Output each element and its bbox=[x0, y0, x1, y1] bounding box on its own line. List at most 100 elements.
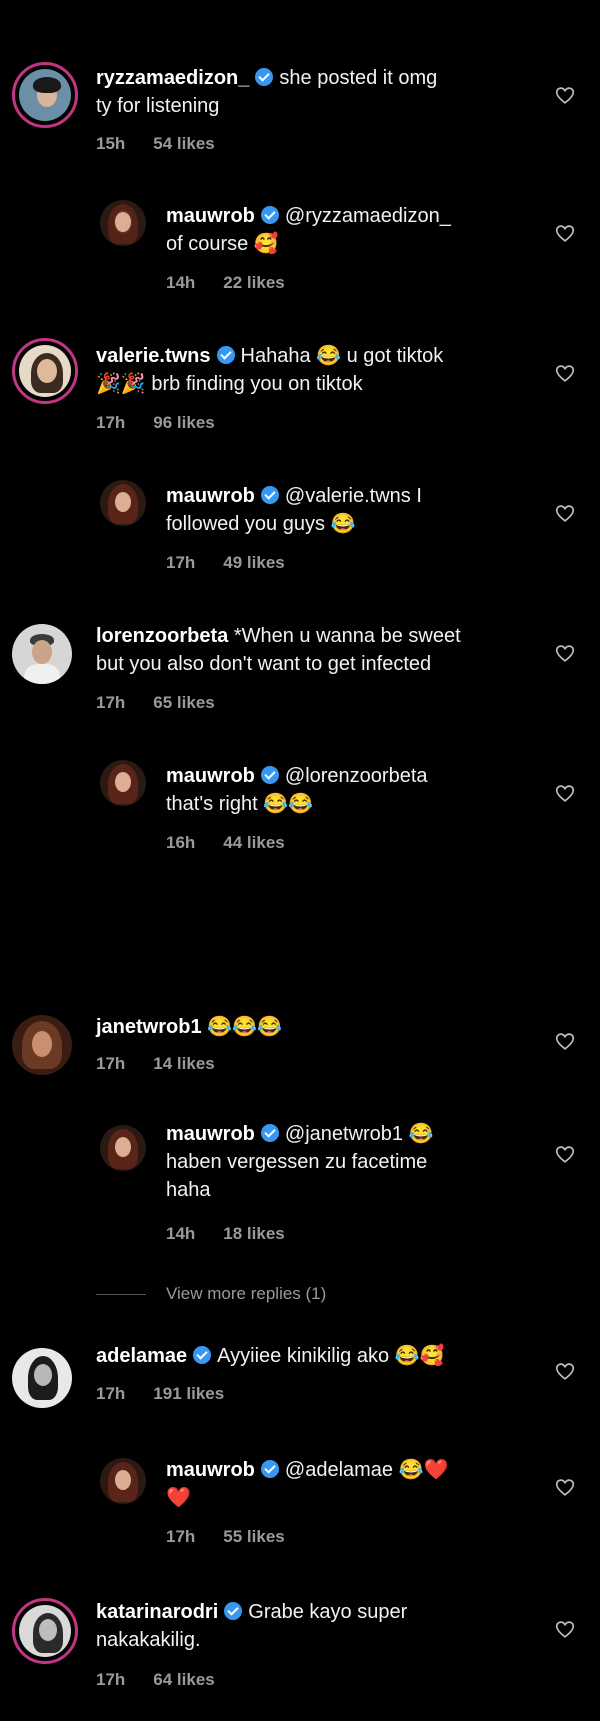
like-count[interactable]: 64 likes bbox=[153, 1670, 214, 1689]
comment-line: 🎉🎉 brb finding you on tiktok bbox=[96, 373, 363, 395]
heart-outline-icon[interactable] bbox=[554, 642, 576, 664]
comment-meta: 14h 18 likes bbox=[166, 1224, 313, 1244]
comment-meta: 17h 191 likes bbox=[96, 1384, 252, 1404]
avatar[interactable] bbox=[12, 1598, 78, 1664]
comment-time: 17h bbox=[96, 693, 126, 712]
comment-time: 14h bbox=[166, 1224, 196, 1243]
avatar[interactable] bbox=[12, 338, 78, 404]
verified-badge-icon bbox=[260, 206, 279, 224]
comment-text: mauwrob @janetwrob1 😂 haben vergessen zu … bbox=[166, 1120, 546, 1204]
heart-outline-icon[interactable] bbox=[554, 1476, 576, 1498]
heart-outline-icon[interactable] bbox=[554, 1618, 576, 1640]
verified-badge-icon bbox=[260, 1460, 279, 1478]
comment-line: of course 🥰 bbox=[166, 233, 279, 255]
comment-meta: 15h 54 likes bbox=[96, 134, 243, 154]
comment-line: @ryzzamaedizon_ bbox=[284, 205, 451, 227]
heart-outline-icon[interactable] bbox=[554, 362, 576, 384]
comment-line: haha bbox=[166, 1179, 211, 1201]
comment-meta: 17h 14 likes bbox=[96, 1054, 243, 1074]
comment-time: 17h bbox=[166, 1527, 196, 1546]
heart-outline-icon[interactable] bbox=[554, 84, 576, 106]
comment-text: katarinarodri Grabe kayo super nakakakili… bbox=[96, 1598, 536, 1654]
comment-line: @janetwrob1 😂 bbox=[284, 1123, 434, 1145]
comment-line: @lorenzoorbeta bbox=[284, 765, 428, 787]
comment-line: *When u wanna be sweet bbox=[233, 625, 461, 647]
comment-text: mauwrob @lorenzoorbeta that's right 😂😂 bbox=[166, 762, 546, 818]
heart-outline-icon[interactable] bbox=[554, 1030, 576, 1052]
like-count[interactable]: 22 likes bbox=[223, 273, 284, 292]
comment-username[interactable]: mauwrob bbox=[166, 1459, 255, 1481]
heart-outline-icon[interactable] bbox=[554, 1143, 576, 1165]
avatar[interactable] bbox=[100, 200, 146, 246]
comment-line: Hahaha 😂 u got tiktok bbox=[240, 345, 444, 367]
view-more-label: View more replies (1) bbox=[166, 1284, 327, 1303]
comment-username[interactable]: ryzzamaedizon_ bbox=[96, 67, 249, 89]
avatar[interactable] bbox=[100, 480, 146, 526]
like-count[interactable]: 65 likes bbox=[153, 693, 214, 712]
avatar[interactable] bbox=[100, 1125, 146, 1171]
comment-line: she posted it omg bbox=[279, 67, 438, 89]
comment-text: valerie.twns Hahaha 😂 u got tiktok 🎉🎉 brb… bbox=[96, 342, 536, 398]
heart-outline-icon[interactable] bbox=[554, 1360, 576, 1382]
comment-text: adelamae Ayyiiee kinikilig ako 😂🥰 bbox=[96, 1342, 536, 1370]
comment-meta: 17h 64 likes bbox=[96, 1670, 243, 1690]
like-count[interactable]: 191 likes bbox=[153, 1384, 224, 1403]
comment-time: 17h bbox=[96, 413, 126, 432]
view-more-replies-button[interactable]: View more replies (1) bbox=[96, 1284, 326, 1304]
comment-username[interactable]: valerie.twns bbox=[96, 345, 211, 367]
comment-time: 17h bbox=[96, 1670, 126, 1689]
comment-username[interactable]: mauwrob bbox=[166, 1123, 255, 1145]
comment-line: @valerie.twns I bbox=[284, 485, 422, 507]
comment-meta: 17h 49 likes bbox=[166, 553, 313, 573]
comment-time: 16h bbox=[166, 833, 196, 852]
comment-time: 17h bbox=[166, 553, 196, 572]
comment-text: ryzzamaedizon_ she posted it omg ty for l… bbox=[96, 64, 536, 120]
comment-username[interactable]: mauwrob bbox=[166, 765, 255, 787]
comment-meta: 14h 22 likes bbox=[166, 273, 313, 293]
avatar[interactable] bbox=[100, 760, 146, 806]
verified-badge-icon bbox=[260, 1124, 279, 1142]
comment-text: mauwrob @adelamae 😂❤️ ❤️ bbox=[166, 1456, 546, 1512]
like-count[interactable]: 55 likes bbox=[223, 1527, 284, 1546]
comment-meta: 17h 65 likes bbox=[96, 693, 243, 713]
comment-line: but you also don't want to get infected bbox=[96, 653, 432, 675]
like-count[interactable]: 54 likes bbox=[153, 134, 214, 153]
comment-time: 14h bbox=[166, 273, 196, 292]
comment-meta: 17h 55 likes bbox=[166, 1527, 313, 1547]
like-count[interactable]: 44 likes bbox=[223, 833, 284, 852]
verified-badge-icon bbox=[216, 346, 235, 364]
comment-username[interactable]: katarinarodri bbox=[96, 1601, 218, 1623]
comment-line: haben vergessen zu facetime bbox=[166, 1151, 428, 1173]
comment-line: ty for listening bbox=[96, 95, 220, 117]
like-count[interactable]: 18 likes bbox=[223, 1224, 284, 1243]
like-count[interactable]: 96 likes bbox=[153, 413, 214, 432]
comment-meta: 16h 44 likes bbox=[166, 833, 313, 853]
like-count[interactable]: 14 likes bbox=[153, 1054, 214, 1073]
comment-username[interactable]: mauwrob bbox=[166, 205, 255, 227]
comment-text: mauwrob @ryzzamaedizon_ of course 🥰 bbox=[166, 202, 546, 258]
comment-time: 17h bbox=[96, 1384, 126, 1403]
divider bbox=[96, 1294, 146, 1296]
avatar[interactable] bbox=[12, 1015, 72, 1075]
comment-line: @adelamae 😂❤️ bbox=[284, 1459, 449, 1481]
heart-outline-icon[interactable] bbox=[554, 502, 576, 524]
avatar[interactable] bbox=[12, 624, 72, 684]
comment-username[interactable]: adelamae bbox=[96, 1345, 187, 1367]
avatar[interactable] bbox=[100, 1458, 146, 1504]
comment-line: ❤️ bbox=[166, 1487, 191, 1509]
comment-username[interactable]: janetwrob1 bbox=[96, 1016, 202, 1038]
avatar[interactable] bbox=[12, 1348, 72, 1408]
comment-text: lorenzoorbeta *When u wanna be sweet but… bbox=[96, 622, 556, 678]
verified-badge-icon bbox=[260, 486, 279, 504]
comment-meta: 17h 96 likes bbox=[96, 413, 243, 433]
heart-outline-icon[interactable] bbox=[554, 782, 576, 804]
comment-line: 😂😂😂 bbox=[207, 1016, 282, 1038]
comment-username[interactable]: lorenzoorbeta bbox=[96, 625, 228, 647]
like-count[interactable]: 49 likes bbox=[223, 553, 284, 572]
comment-line: that's right 😂😂 bbox=[166, 793, 314, 815]
comment-username[interactable]: mauwrob bbox=[166, 485, 255, 507]
comment-line: followed you guys 😂 bbox=[166, 513, 356, 535]
avatar[interactable] bbox=[12, 62, 78, 128]
verified-badge-icon bbox=[260, 766, 279, 784]
heart-outline-icon[interactable] bbox=[554, 222, 576, 244]
